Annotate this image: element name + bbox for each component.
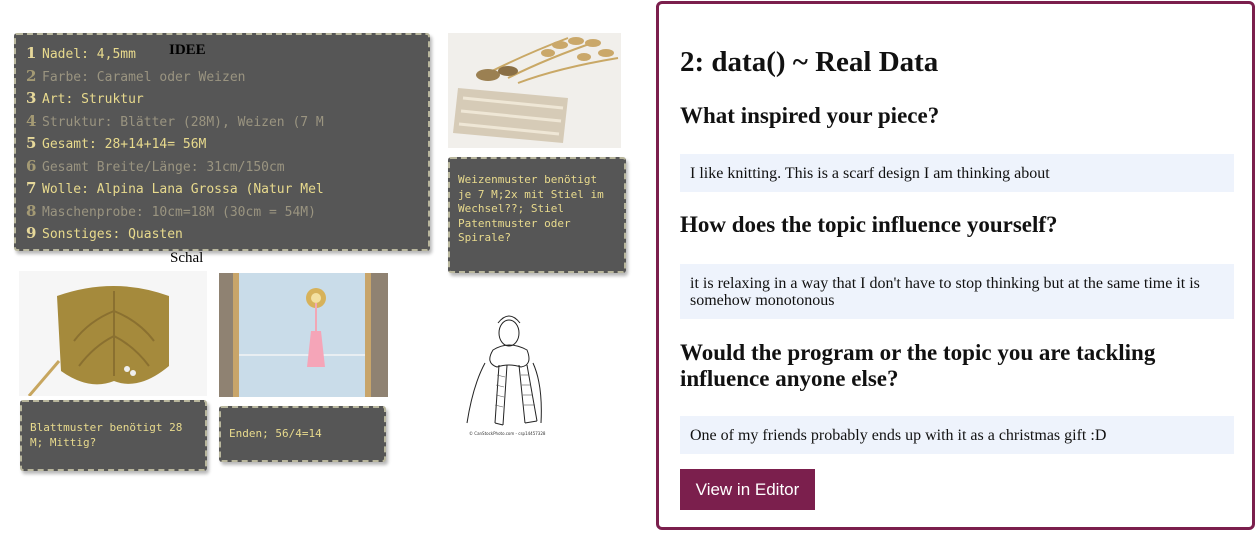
line-text: Wolle: Alpina Lana Grossa (Natur Mel [42,182,324,197]
line-number: 7 [26,179,37,197]
question-heading: What inspired your piece? [680,103,940,128]
answer-box: One of my friends probably ends up with … [680,416,1234,454]
line-number: 2 [26,66,37,85]
scarf-sketch-image: © CanStockPhoto.com - csp14457328 [455,305,548,438]
code-line: 4 Struktur: Blätter (28M), Weizen (7 M [26,110,381,133]
code-line: 2 Farbe: Caramel oder Weizen [26,65,381,88]
line-text: Gesamt: 28+14+14= 56M [42,137,207,152]
line-number: 9 [26,224,37,242]
sketch-caption: © CanStockPhoto.com - csp14457328 [469,431,546,436]
answer-box: I like knitting. This is a scarf design … [680,154,1234,192]
weizen-note[interactable]: Weizenmuster benötigt je 7 M;2x mit Stie… [448,157,626,273]
enden-note[interactable]: Enden; 56/4=14 [219,406,386,462]
code-line: 5 Gesamt: 28+14+14= 56M [26,132,381,155]
code-line: 7 Wolle: Alpina Lana Grossa (Natur Mel [26,177,381,200]
code-line: 3 Art: Struktur [26,87,381,110]
line-number: 1 [26,44,37,62]
line-text: Farbe: Caramel oder Weizen [42,69,246,85]
line-number: 5 [26,134,37,152]
wheat-knit-photo [448,33,621,148]
panel-title: 2: data() ~ Real Data [680,46,939,78]
blatt-note[interactable]: Blattmuster benötigt 28 M; Mittig? [20,400,207,471]
line-text: Art: Struktur [42,92,144,107]
question-heading: How does the topic influence yourself? [680,212,1058,237]
line-text: Struktur: Blätter (28M), Weizen (7 M [42,114,324,130]
sketch-board: 1 Nadel: 4,5mm 2 Farbe: Caramel oder Weize… [0,0,650,535]
line-number: 4 [26,111,37,130]
code-line: 8 Maschenprobe: 10cm=18M (30cm = 54M) [26,200,381,223]
code-line: 9 Sonstiges: Quasten [26,222,381,245]
answer-box: it is relaxing in a way that I don't hav… [680,264,1234,319]
tassel-door-photo [219,273,388,397]
line-text: Maschenprobe: 10cm=18M (30cm = 54M) [42,204,316,220]
schal-label: Schal [170,250,204,266]
line-text: Sonstiges: Quasten [42,227,183,242]
question-heading: Would the program or the topic you are t… [680,340,1156,391]
line-text: Nadel: 4,5mm [42,47,136,62]
line-text: Gesamt Breite/Länge: 31cm/150cm [42,159,285,175]
line-number: 8 [26,201,37,220]
view-in-editor-button[interactable]: View in Editor [680,469,815,510]
idee-label: IDEE [169,42,206,58]
yarn-notes-code-block[interactable]: 1 Nadel: 4,5mm 2 Farbe: Caramel oder Weize… [14,33,430,251]
leaf-pattern-swatch-photo [19,271,207,396]
line-number: 3 [26,89,37,107]
code-line: 6 Gesamt Breite/Länge: 31cm/150cm [26,155,381,178]
line-number: 6 [26,156,37,175]
real-data-panel: 2: data() ~ Real Data What inspired your… [656,1,1255,530]
